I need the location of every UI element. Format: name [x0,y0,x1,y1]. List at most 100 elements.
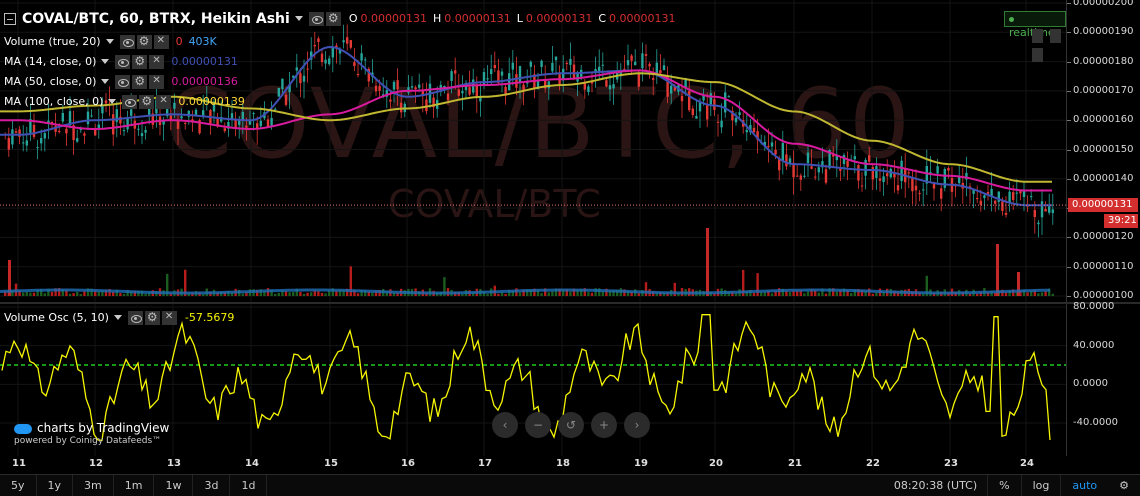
candle-body [518,66,522,83]
candle-body [418,84,421,88]
price-axis-label: 0.00000140 [1073,172,1134,184]
volume-bar [551,291,554,296]
candle-body [857,165,860,181]
candle-body [936,166,939,174]
candle-body [886,173,889,177]
settings-gear-icon[interactable]: ⚙ [1108,475,1140,496]
eye-icon[interactable] [308,11,324,26]
scroll-right-button[interactable]: › [624,412,650,438]
branding-line1: charts by TradingView [37,421,170,435]
close-icon[interactable] [156,94,172,109]
study-label[interactable]: Volume Osc (5, 10) [4,311,109,324]
collapse-icon[interactable] [4,12,16,25]
candle-body [1004,212,1008,215]
candle-body [302,75,306,82]
range-1w-button[interactable]: 1w [154,474,194,496]
time-axis-label: 23 [944,458,958,469]
candle-body [25,140,28,146]
range-1d-button[interactable]: 1d [230,474,268,496]
oscillator-axis[interactable]: 80.0000 40.0000 0.0000 -40.0000 [1066,301,1140,456]
zoom-in-button[interactable]: + [591,412,617,438]
close-icon[interactable] [161,310,177,325]
auto-scale-button[interactable]: auto [1061,475,1108,496]
price-pane[interactable]: COVAL/BTC, 60 COVAL/BTC COVAL/BTC, 60, B… [0,0,1066,302]
candle-body [958,177,961,184]
ohlc-close-value: 0.00000131 [609,12,676,25]
symbol-title[interactable]: COVAL/BTC, 60, BTRX, Heikin Ashi [22,11,290,27]
volume-bar [320,293,324,296]
eye-icon[interactable] [127,310,143,325]
gear-icon[interactable] [132,54,148,69]
candle-body [767,145,770,147]
study-label[interactable]: Volume (true, 20) [4,35,101,48]
hide-pane-icon[interactable] [1032,48,1043,62]
candle-body [655,62,658,74]
gear-icon[interactable] [136,34,152,49]
range-3m-button[interactable]: 3m [73,474,114,496]
gear-icon[interactable] [139,94,155,109]
close-icon[interactable] [153,34,169,49]
gear-icon[interactable] [325,11,341,26]
candle-body [882,176,885,183]
volume-bar [806,291,810,296]
utc-clock[interactable]: 08:20:38 (UTC) [884,479,987,492]
study-label[interactable]: MA (14, close, 0) [4,55,96,68]
chevron-down-icon[interactable] [294,16,303,21]
eye-icon[interactable] [115,54,131,69]
eye-icon[interactable] [119,34,135,49]
price-axis[interactable]: 0.00000200 0.00000190 0.00000180 0.00000170… [1066,0,1140,302]
close-icon[interactable] [149,74,165,89]
candle-body [122,130,126,132]
range-3d-button[interactable]: 3d [193,474,231,496]
candle-body [32,124,36,137]
candle-body [824,169,828,183]
eye-icon[interactable] [122,94,138,109]
candle-body [806,152,810,164]
volume-bar [547,292,550,296]
ohlc-high-key: H [432,12,442,25]
zoom-out-button[interactable]: − [525,412,551,438]
volume-bar [760,292,763,296]
candle-body [878,178,882,181]
volume-bar [277,292,280,296]
range-1m-button[interactable]: 1m [114,474,155,496]
time-axis[interactable]: 11 12 13 14 15 16 17 18 19 20 21 22 23 24 [0,456,1140,474]
log-scale-button[interactable]: log [1022,474,1062,496]
chevron-down-icon[interactable] [108,99,117,104]
candle-body [680,95,684,102]
candle-body [659,70,662,74]
main-legend: COVAL/BTC, 60, BTRX, Heikin Ashi O 0.000… [4,10,676,27]
volume-bar [824,293,828,296]
chevron-down-icon[interactable] [113,315,122,320]
tradingview-branding[interactable]: charts by TradingView powered by Coinigy… [14,421,169,446]
chevron-down-icon[interactable] [105,39,114,44]
volume-bar [79,293,82,296]
volume-bar [1040,292,1044,296]
range-5y-button[interactable]: 5y [0,474,37,496]
chevron-down-icon[interactable] [101,59,110,64]
candle-body [1001,201,1004,211]
maximize-icon[interactable] [1050,29,1062,43]
study-label[interactable]: MA (100, close, 0) [4,95,103,108]
gear-icon[interactable] [132,74,148,89]
candle-body [572,64,576,78]
volume-bar [497,293,500,296]
range-1y-button[interactable]: 1y [37,474,74,496]
reset-button[interactable]: ↺ [558,412,584,438]
study-label[interactable]: MA (50, close, 0) [4,75,96,88]
close-icon[interactable] [149,54,165,69]
candle-body [457,89,460,96]
eye-icon[interactable] [115,74,131,89]
percent-scale-button[interactable]: % [987,474,1022,496]
restore-icon[interactable] [1032,29,1043,43]
scroll-left-button[interactable]: ‹ [492,412,518,438]
volume-bar [1051,293,1054,296]
candle-body [83,133,86,136]
price-axis-label: 0.00000170 [1073,84,1134,96]
candle-body [392,81,396,90]
chevron-down-icon[interactable] [101,79,110,84]
candle-body [22,142,25,144]
candle-body [508,73,511,91]
gear-icon[interactable] [144,310,160,325]
current-price-tag: 0.00000131 [1068,198,1138,212]
